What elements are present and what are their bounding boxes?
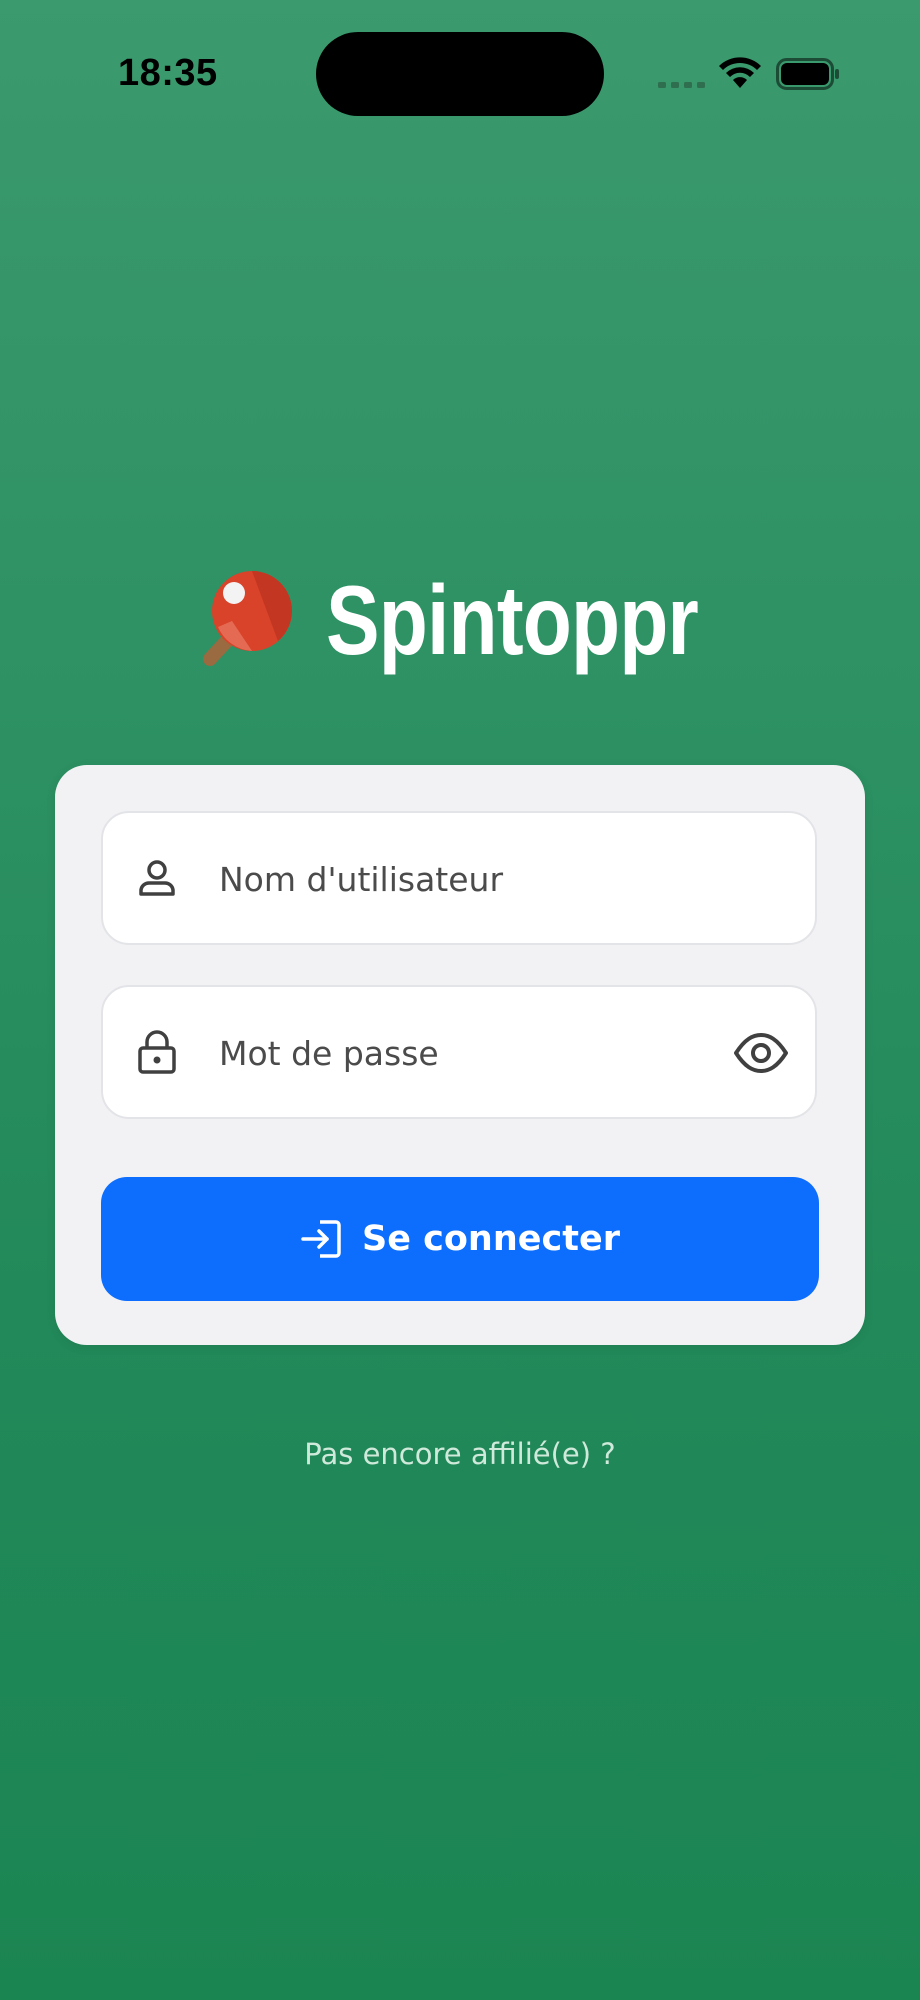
status-time: 18:35: [118, 52, 218, 94]
login-button-label: Se connecter: [362, 1219, 620, 1259]
brand-header: Spintoppr: [0, 560, 920, 680]
username-input[interactable]: [219, 843, 719, 915]
ping-pong-paddle-icon: [203, 571, 293, 666]
username-field[interactable]: [101, 811, 817, 945]
app-title: Spintoppr: [326, 565, 699, 675]
login-icon: [301, 1220, 341, 1258]
password-input[interactable]: [219, 1017, 719, 1089]
eye-icon[interactable]: [733, 1027, 789, 1079]
status-bar: 18:35: [0, 0, 920, 150]
wifi-icon: [719, 57, 761, 88]
dynamic-island: [316, 32, 604, 116]
login-card: Se connecter: [55, 765, 865, 1345]
lock-icon: [138, 1030, 176, 1074]
battery-icon: [776, 58, 839, 90]
password-field[interactable]: [101, 985, 817, 1119]
login-button[interactable]: Se connecter: [101, 1177, 819, 1301]
signal-icon: [658, 82, 705, 88]
signup-link[interactable]: Pas encore affilié(e) ?: [0, 1437, 920, 1471]
user-icon: [139, 860, 175, 896]
